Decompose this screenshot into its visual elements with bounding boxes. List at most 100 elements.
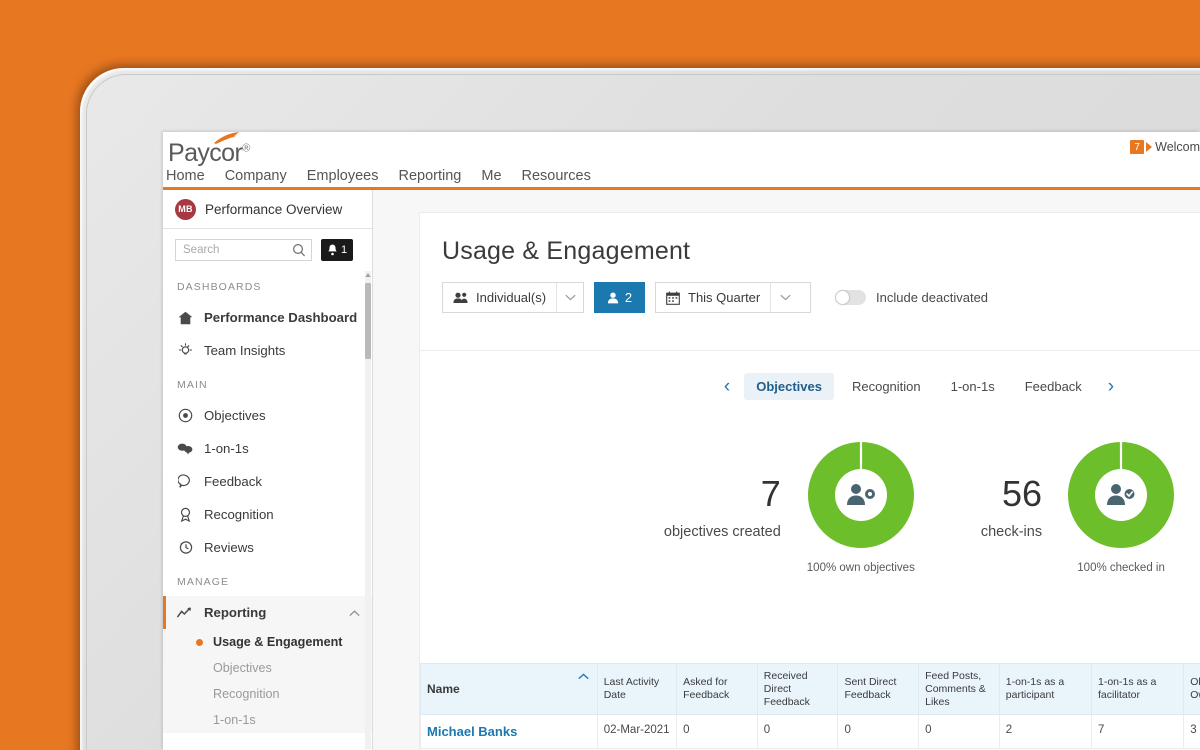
audience-select[interactable]: Individual(s) [442, 282, 584, 313]
sidebar-group-main: MAIN [177, 379, 208, 391]
export-row: Export D [420, 313, 1200, 340]
stat-check-ins: 56 check-ins 100% checked in [980, 442, 1175, 574]
nav-item-reporting[interactable]: Reporting [398, 168, 461, 184]
sidebar-item-reviews[interactable]: Reviews [163, 531, 372, 564]
sidebar-subitem-recognition[interactable]: Recognition [163, 681, 372, 707]
search-box[interactable] [175, 239, 312, 261]
sidebar-item-feedback[interactable]: Feedback [163, 465, 372, 498]
sidebar-item-label: Recognition [204, 507, 274, 522]
page-title: Usage & Engagement [442, 237, 691, 265]
sidebar-item-label: Team Insights [204, 343, 286, 358]
include-deactivated-control[interactable]: Include deactivated [835, 290, 988, 305]
sidebar-scrollbar-thumb[interactable] [365, 283, 371, 359]
sidebar-subitem-label: Objectives [213, 661, 272, 675]
sidebar-item-recognition[interactable]: Recognition [163, 498, 372, 531]
include-deactivated-label: Include deactivated [876, 290, 989, 305]
paycor-logo[interactable]: Paycor® [168, 132, 250, 168]
sidebar-subitem-1-on-1s[interactable]: 1-on-1s [163, 707, 372, 733]
bullet-placeholder-icon [196, 691, 203, 698]
usage-table-wrap: Name Last Activity Date Asked for Feedba… [420, 663, 1200, 750]
main-content: Usage & Engagement Individual(s) 2 This … [373, 190, 1200, 750]
nav-item-resources[interactable]: Resources [522, 168, 591, 184]
nav-item-company[interactable]: Company [225, 168, 287, 184]
sidebar-item-reporting[interactable]: Reporting [163, 596, 372, 629]
sidebar-item-performance-dashboard[interactable]: Performance Dashboard [163, 301, 372, 334]
calendar-icon [656, 291, 688, 305]
chevron-up-icon[interactable] [349, 605, 360, 620]
sidebar-item-label: 1-on-1s [204, 441, 249, 456]
person-check-icon [1107, 484, 1135, 505]
nav-item-home[interactable]: Home [166, 168, 205, 184]
tab-objectives[interactable]: Objectives [744, 373, 834, 400]
period-select[interactable]: This Quarter [655, 282, 811, 313]
donut-chart [807, 442, 914, 548]
column-header-received-direct-feedback[interactable]: Received Direct Feedback [756, 663, 839, 716]
cell-sent-direct-feedback: 0 [837, 714, 920, 750]
column-header-last-activity-date[interactable]: Last Activity Date [596, 663, 678, 716]
welcome-label: Welcome [1155, 140, 1200, 154]
tab-1-on-1s[interactable]: 1-on-1s [939, 373, 1007, 400]
cell-name[interactable]: Michael Banks [420, 714, 598, 750]
paycor-swoosh-icon [214, 132, 239, 144]
sidebar-subitem-usage-engagement[interactable]: Usage & Engagement [163, 629, 372, 655]
tab-recognition[interactable]: Recognition [840, 373, 933, 400]
chat-bubbles-icon [177, 442, 193, 455]
sidebar-item-1-on-1s[interactable]: 1-on-1s [163, 432, 372, 465]
caret-up-icon[interactable] [578, 669, 589, 684]
avatar[interactable]: MB [175, 198, 196, 220]
include-deactivated-toggle[interactable] [835, 290, 866, 305]
column-header-feed-posts-comments-likes[interactable]: Feed Posts, Comments & Likes [918, 663, 1000, 716]
tabs-prev-chevron-left-icon[interactable]: ‹ [716, 377, 738, 396]
tab-feedback[interactable]: Feedback [1013, 373, 1094, 400]
cell-received-direct-feedback: 0 [756, 714, 839, 750]
people-icon [443, 292, 476, 304]
global-topbar: Paycor® Home Company Employees Reporting… [163, 132, 1200, 190]
chevron-down-icon[interactable] [557, 294, 583, 301]
cell-last-activity-date: 02-Mar-2021 [596, 714, 678, 750]
table-header-row: Name Last Activity Date Asked for Feedba… [420, 663, 1200, 716]
scroll-up-arrow-icon[interactable] [365, 271, 371, 281]
donut-hub [1095, 469, 1148, 521]
selected-count-button[interactable]: 2 [594, 282, 645, 313]
table-row[interactable]: Michael Banks 02-Mar-2021 0 0 0 0 2 7 3 [420, 714, 1200, 750]
cell-1-on-1s-as-a-facilitator: 7 [1090, 714, 1185, 750]
column-header-label: Name [427, 681, 460, 696]
usage-table-body: Michael Banks 02-Mar-2021 0 0 0 0 2 7 3 [420, 714, 1200, 750]
sidebar-header[interactable]: MB Performance Overview [163, 190, 372, 229]
sidebar-scroll-area: DASHBOARDS Performance Dashboard Team In… [163, 269, 372, 750]
column-header-name[interactable]: Name [420, 663, 598, 716]
person-target-icon [846, 484, 875, 505]
stat-objectives-created: 7 objectives created 100% own objectives [664, 442, 915, 574]
chevron-down-icon[interactable] [771, 294, 799, 301]
stat-objectives-number-block: 7 objectives created [664, 476, 781, 541]
sidebar-item-objectives[interactable]: Objectives [163, 399, 372, 432]
column-header-1-on-1s-as-a-facilitator[interactable]: 1-on-1s as a facilitator [1090, 663, 1185, 716]
nav-item-employees[interactable]: Employees [307, 168, 379, 184]
sidebar-subitem-objectives[interactable]: Objectives [163, 655, 372, 681]
usage-table-head: Name Last Activity Date Asked for Feedba… [420, 663, 1200, 716]
column-header-objectives-owned[interactable]: Objectives Owned [1183, 663, 1200, 716]
sidebar-item-label: Feedback [204, 474, 262, 489]
usage-table: Name Last Activity Date Asked for Feedba… [420, 663, 1200, 750]
notifications-button[interactable]: 1 [321, 239, 354, 261]
search-input[interactable] [176, 240, 311, 260]
tabs-next-chevron-right-icon[interactable]: › [1100, 377, 1122, 396]
donut-own-objectives: 100% own objectives [807, 442, 915, 574]
filter-bar: Individual(s) 2 This Quarter Include dea… [420, 266, 1200, 313]
stat-checkins-label: check-ins [980, 524, 1043, 540]
bell-icon [328, 244, 337, 256]
donut-hub [834, 469, 887, 521]
column-header-asked-for-feedback[interactable]: Asked for Feedback [676, 663, 758, 716]
sidebar-group-manage: MANAGE [177, 576, 230, 588]
usage-engagement-card: Usage & Engagement Individual(s) 2 This … [419, 212, 1200, 750]
donut-chart [1068, 442, 1175, 548]
sidebar-item-team-insights[interactable]: Team Insights [163, 334, 372, 367]
cell-objectives-owned: 3 [1183, 714, 1200, 750]
column-header-sent-direct-feedback[interactable]: Sent Direct Feedback [837, 663, 920, 716]
welcome-chip[interactable]: 7 Welcome [1130, 140, 1200, 154]
selected-count-value: 2 [624, 290, 633, 305]
speech-bubble-icon [177, 474, 193, 489]
column-header-1-on-1s-as-a-participant[interactable]: 1-on-1s as a participant [998, 663, 1093, 716]
nav-item-me[interactable]: Me [481, 168, 501, 184]
screenshot-stage: Paycor® Home Company Employees Reporting… [0, 0, 1200, 750]
